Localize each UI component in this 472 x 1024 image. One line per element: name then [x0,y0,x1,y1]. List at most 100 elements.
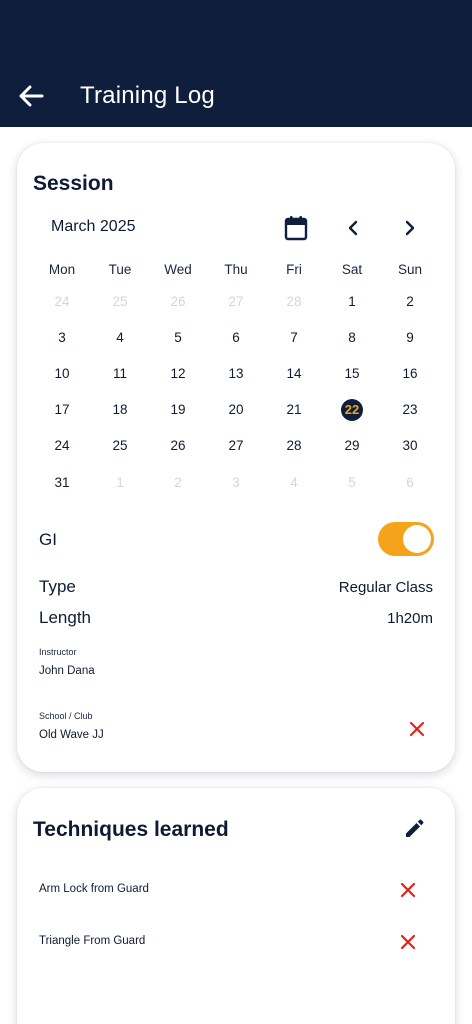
next-month-button[interactable] [395,213,425,243]
calendar-day[interactable]: 6 [207,319,265,355]
calendar-day: 4 [265,464,323,500]
calendar-day: 28 [265,283,323,319]
calendar-day-number: 17 [54,402,70,418]
calendar-day[interactable]: 20 [207,392,265,428]
calendar-day-number: 19 [170,402,186,418]
calendar-month-label: March 2025 [51,218,136,235]
close-icon [400,934,416,950]
edit-techniques-button[interactable] [401,816,427,842]
calendar-day: 25 [91,283,149,319]
calendar-day[interactable]: 4 [91,319,149,355]
calendar-day-number: 31 [54,474,70,490]
calendar-day-number: 25 [112,438,128,454]
calendar-day[interactable]: 8 [323,319,381,355]
calendar-day[interactable]: 26 [149,428,207,464]
calendar-day-number: 27 [228,438,244,454]
clear-school-button[interactable] [404,716,430,742]
calendar-day-number: 15 [344,365,360,381]
calendar-day[interactable]: 29 [323,428,381,464]
calendar-day[interactable]: 18 [91,392,149,428]
calendar-day[interactable]: 1 [323,283,381,319]
calendar-day: 26 [149,283,207,319]
back-button[interactable] [14,80,48,112]
calendar-day-number: 24 [54,293,70,309]
calendar-day[interactable]: 21 [265,392,323,428]
calendar-day[interactable]: 27 [207,428,265,464]
calendar-day[interactable]: 13 [207,355,265,391]
weekday-label: Mon [48,262,76,277]
calendar-day-number: 8 [348,329,356,345]
calendar-day[interactable]: 7 [265,319,323,355]
calendar-day[interactable]: 28 [265,428,323,464]
length-label: Length [39,608,91,627]
calendar-day[interactable]: 25 [91,428,149,464]
calendar-day-number: 1 [348,293,356,309]
weekday-label: Sun [397,262,423,277]
calendar-day[interactable]: 23 [381,392,439,428]
calendar-day[interactable]: 9 [381,319,439,355]
calendar-day[interactable]: 2 [381,283,439,319]
calendar-picker-button[interactable] [281,213,311,243]
calendar-day-number: 2 [406,293,414,309]
calendar-day-number: 1 [116,474,124,490]
calendar-icon [284,216,308,241]
calendar-day-number: 25 [112,293,128,309]
close-icon [409,721,425,737]
calendar-day[interactable]: 3 [33,319,91,355]
length-value[interactable]: 1h20m [387,610,433,627]
arrow-left-icon [19,85,44,107]
calendar-day[interactable]: 14 [265,355,323,391]
calendar-day: 27 [207,283,265,319]
calendar-day-number: 21 [286,402,302,418]
calendar-day-number: 26 [170,438,186,454]
calendar-day-number: 22 [341,398,363,421]
weekday-label: Fri [286,262,302,277]
weekday-label: Thu [224,262,248,277]
calendar-day[interactable]: 10 [33,355,91,391]
calendar-day[interactable]: 16 [381,355,439,391]
calendar-day: 6 [381,464,439,500]
previous-month-button[interactable] [338,213,368,243]
calendar-day[interactable]: 24 [33,428,91,464]
instructor-label: Instructor [39,647,77,657]
school-label: School / Club [39,711,93,721]
session-title: Session [33,172,114,195]
calendar-day-number: 12 [170,365,186,381]
calendar-day[interactable]: 15 [323,355,381,391]
calendar-day[interactable]: 5 [149,319,207,355]
school-value[interactable]: Old Wave JJ [39,729,104,741]
calendar-day-number: 11 [112,365,127,381]
instructor-value[interactable]: John Dana [39,665,95,677]
calendar-day-number: 16 [402,365,418,381]
calendar-day-selected[interactable]: 22 [323,392,381,428]
calendar-day-number: 3 [58,329,66,345]
weekday-label: Tue [108,262,132,277]
remove-technique-button[interactable] [395,877,421,903]
page-title: Training Log [80,82,215,109]
calendar-day-number: 28 [286,438,302,454]
calendar-day[interactable]: 11 [91,355,149,391]
session-card: Session March 2025 Mon Tue Wed Thu Fri Sat Sun… [17,143,455,772]
toggle-knob [403,525,431,553]
calendar-day-number: 2 [174,474,182,490]
type-value[interactable]: Regular Class [339,579,433,596]
calendar-day-number: 4 [116,329,124,345]
calendar-day: 24 [33,283,91,319]
calendar-day[interactable]: 17 [33,392,91,428]
calendar-day: 1 [91,464,149,500]
calendar-day-number: 4 [290,474,298,490]
pencil-icon [406,819,424,837]
calendar-day-number: 6 [232,329,240,345]
calendar-days-grid: 24 25 26 27 28 1 2 3 4 5 6 7 8 9 10 11 12 13 14 15 16 17 18 19 2… [33,283,439,500]
weekday-label: Wed [164,262,192,277]
calendar-day[interactable]: 31 [33,464,91,500]
calendar-day-number: 26 [170,293,186,309]
calendar-day-number: 3 [232,474,240,490]
calendar-day[interactable]: 19 [149,392,207,428]
calendar-day-number: 14 [286,365,302,381]
remove-technique-button[interactable] [395,929,421,955]
calendar-day[interactable]: 12 [149,355,207,391]
gi-toggle[interactable] [378,522,434,556]
calendar-day[interactable]: 30 [381,428,439,464]
calendar-day-number: 13 [228,365,244,381]
